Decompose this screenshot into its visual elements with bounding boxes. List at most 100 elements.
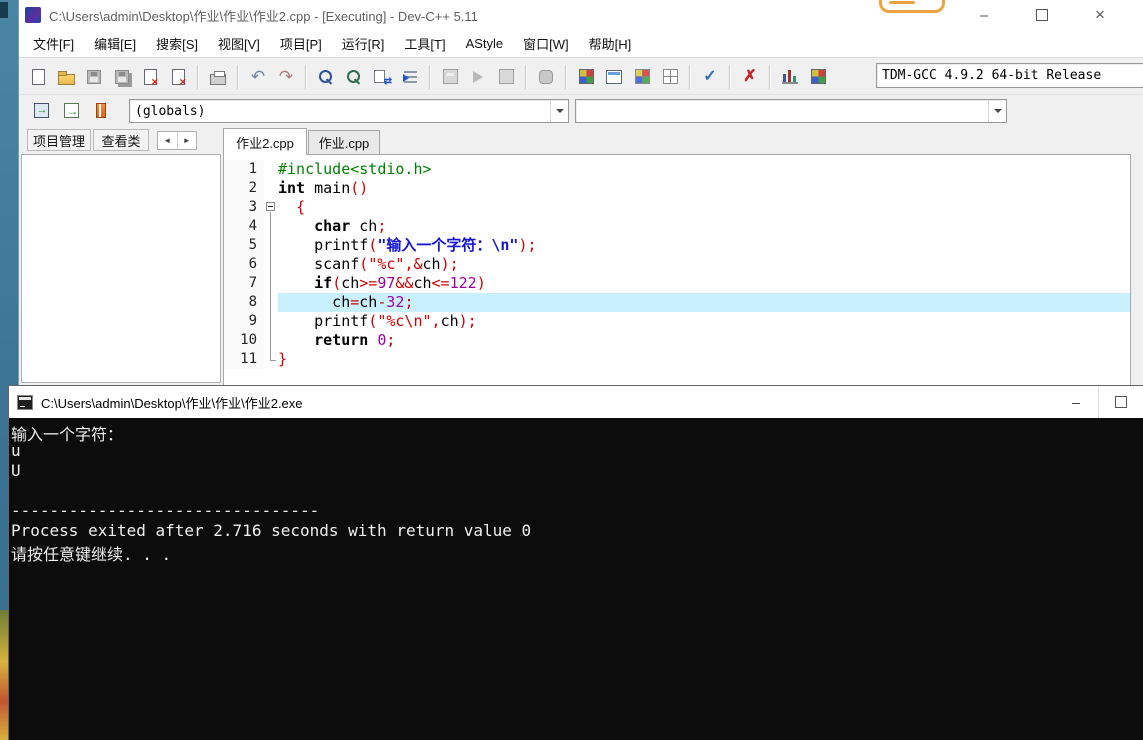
code-editor[interactable]: 1 #include<stdio.h> 2 int main() 3 {4 char c… <box>223 154 1131 385</box>
code-line-9[interactable]: 9 printf("%c\n",ch); <box>224 312 1130 331</box>
compile-icon <box>442 69 458 84</box>
find-button[interactable] <box>312 63 340 90</box>
new-project-button[interactable] <box>572 63 600 90</box>
line-number: 11 <box>224 350 264 369</box>
code-line-6[interactable]: 6 scanf("%c",&ch); <box>224 255 1130 274</box>
menu-edit[interactable]: 编辑[E] <box>84 34 146 53</box>
console-window-controls: – <box>1054 386 1143 418</box>
undo-button[interactable]: ↶ <box>244 63 272 90</box>
close-file-button[interactable] <box>136 63 164 90</box>
toolbar-separator <box>237 64 239 89</box>
fold-margin <box>264 217 278 236</box>
maximize-button[interactable] <box>1013 0 1071 30</box>
code-line-1[interactable]: 1 #include<stdio.h> <box>224 160 1130 179</box>
compile-button-disabled[interactable] <box>436 63 464 90</box>
new-project-icon <box>578 69 594 84</box>
code-line-2[interactable]: 2 int main() <box>224 179 1130 198</box>
project-options-icon <box>634 69 650 84</box>
find-in-files-button[interactable] <box>340 63 368 90</box>
window-pane-button[interactable] <box>600 63 628 90</box>
goto-declaration-button[interactable] <box>27 97 55 124</box>
menu-view[interactable]: 视图[V] <box>208 34 270 53</box>
console-titlebar[interactable]: C:\Users\admin\Desktop\作业\作业\作业2.exe – <box>9 386 1143 418</box>
members-dropdown-arrow-icon[interactable] <box>988 100 1006 122</box>
project-browser-panel[interactable] <box>21 154 221 383</box>
minimize-button[interactable]: – <box>955 0 1013 30</box>
code-line-11[interactable]: 11} <box>224 350 1130 369</box>
check-icon: ✓ <box>703 67 717 85</box>
menu-file[interactable]: 文件[F] <box>23 34 84 53</box>
console-minimize-button[interactable]: – <box>1054 386 1098 418</box>
tab-scroll-left-button[interactable]: ◄ <box>158 132 178 149</box>
left-arrow-icon: ◄ <box>163 136 172 145</box>
editor-tab-1[interactable]: 作业.cpp <box>308 130 380 154</box>
line-number: 6 <box>224 255 264 274</box>
menu-tools[interactable]: 工具[T] <box>394 34 455 53</box>
profiling-options-button[interactable] <box>804 63 832 90</box>
menu-project[interactable]: 项目[P] <box>270 34 332 53</box>
close-button[interactable]: × <box>1071 0 1129 30</box>
syntax-check-button[interactable]: ✓ <box>696 63 724 90</box>
clean-button[interactable]: ✗ <box>736 63 764 90</box>
replace-button[interactable] <box>368 63 396 90</box>
code-line-7[interactable]: 7 if(ch>=97&&ch<=122) <box>224 274 1130 293</box>
line-number: 9 <box>224 312 264 331</box>
profile-button[interactable] <box>776 63 804 90</box>
window-pane-icon <box>606 69 622 84</box>
globals-dropdown-arrow-icon[interactable] <box>550 100 568 122</box>
menu-run[interactable]: 运行[R] <box>332 34 395 53</box>
code-line-4[interactable]: 4 char ch; <box>224 217 1130 236</box>
menu-window[interactable]: 窗口[W] <box>513 34 579 53</box>
code-text: } <box>278 350 288 368</box>
goto-line-icon <box>402 70 417 83</box>
header-source-icon <box>96 103 106 118</box>
new-file-button[interactable] <box>24 63 52 90</box>
menu-search[interactable]: 搜索[S] <box>146 34 208 53</box>
line-number: 2 <box>224 179 264 198</box>
run-button-disabled[interactable] <box>464 63 492 90</box>
console-maximize-button[interactable] <box>1098 386 1143 418</box>
code-line-5[interactable]: 5 printf("输入一个字符：\n"); <box>224 236 1130 255</box>
close-all-button[interactable] <box>164 63 192 90</box>
save-all-button[interactable] <box>108 63 136 90</box>
code-lines: 1 #include<stdio.h> 2 int main() 3 {4 char c… <box>224 160 1130 369</box>
code-text: printf("%c\n",ch); <box>278 312 477 330</box>
console-output[interactable]: 输入一个字符： u U ----------------------------… <box>9 418 1143 740</box>
fold-margin <box>264 255 278 274</box>
toolbar-separator <box>729 64 731 89</box>
tab-project-manager[interactable]: 项目管理 <box>27 129 91 151</box>
redo-button[interactable]: ↷ <box>272 63 300 90</box>
menu-astyle[interactable]: AStyle <box>456 36 514 51</box>
compile-run-icon <box>498 69 514 84</box>
devcpp-app-icon <box>25 7 41 23</box>
clean-icon: ✗ <box>743 67 757 85</box>
members-combobox[interactable] <box>575 99 1007 123</box>
code-text: scanf("%c",&ch); <box>278 255 459 273</box>
menu-help[interactable]: 帮助[H] <box>579 34 642 53</box>
tab-scroll-right-button[interactable]: ► <box>178 132 197 149</box>
swap-header-source-button[interactable] <box>87 97 115 124</box>
fold-toggle-icon[interactable] <box>264 198 278 217</box>
titlebar[interactable]: C:\Users\admin\Desktop\作业\作业\作业2.cpp - [… <box>19 0 1143 30</box>
code-line-3[interactable]: 3 { <box>224 198 1130 217</box>
compiler-combobox[interactable]: TDM-GCC 4.9.2 64-bit Release <box>876 63 1143 88</box>
profiling-options-icon <box>810 69 826 84</box>
project-options-button[interactable] <box>628 63 656 90</box>
fold-margin <box>264 160 278 179</box>
goto-definition-button[interactable] <box>57 97 85 124</box>
fold-margin <box>264 331 278 350</box>
line-number: 4 <box>224 217 264 236</box>
debug-button-disabled[interactable] <box>532 63 560 90</box>
code-line-8[interactable]: 8 ch=ch-32; <box>224 293 1130 312</box>
print-button[interactable] <box>204 63 232 90</box>
tab-class-view[interactable]: 查看类 <box>93 129 149 151</box>
save-button[interactable] <box>80 63 108 90</box>
globals-combobox[interactable]: (globals) <box>129 99 569 123</box>
editor-tab-0[interactable]: 作业2.cpp <box>223 128 307 155</box>
goto-line-button[interactable] <box>396 63 424 90</box>
window-layout-button[interactable] <box>656 63 684 90</box>
compile-run-button-disabled[interactable] <box>492 63 520 90</box>
code-line-10[interactable]: 10 return 0; <box>224 331 1130 350</box>
toolbar-separator <box>305 64 307 89</box>
open-button[interactable] <box>52 63 80 90</box>
